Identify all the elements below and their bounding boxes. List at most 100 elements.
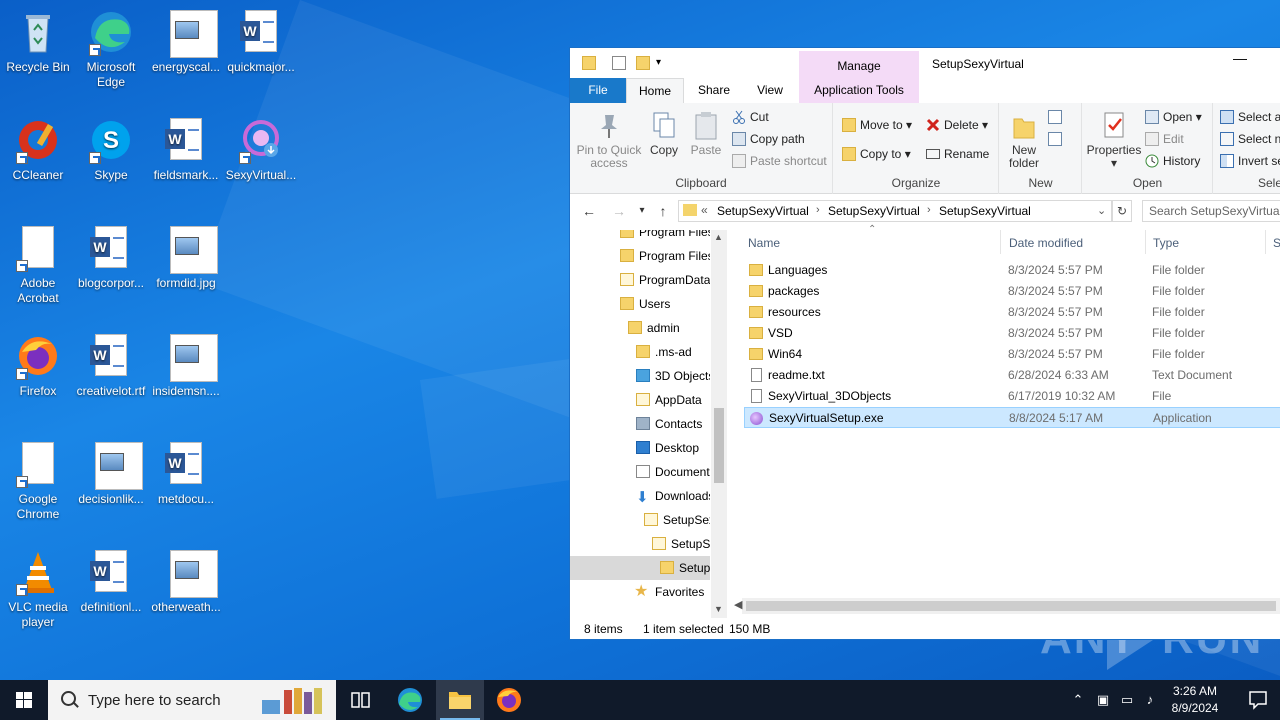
desktop-icon-insidemsn[interactable]: insidemsn.... <box>148 332 224 399</box>
nav-item-setupsexyvirtual-2[interactable]: SetupSexyVirtual <box>570 532 710 556</box>
table-row-selected[interactable]: SexyVirtualSetup.exe 8/8/2024 5:17 AM Appl… <box>744 407 1280 428</box>
table-row[interactable]: Win64 8/3/2024 5:57 PM File folder <box>744 344 1280 365</box>
nav-item-favorites[interactable]: ★ Favorites <box>570 580 710 604</box>
table-row[interactable]: packages 8/3/2024 5:57 PM File folder <box>744 281 1280 302</box>
history-button[interactable]: History <box>1145 152 1200 170</box>
nav-item-ms-ad[interactable]: .ms-ad <box>570 340 710 364</box>
qat-dropdown-icon[interactable]: ▾ <box>656 56 670 70</box>
table-row[interactable]: VSD 8/3/2024 5:57 PM File folder <box>744 323 1280 344</box>
nav-item-3d-objects[interactable]: 3D Objects <box>570 364 710 388</box>
volume-icon[interactable]: ♪ <box>1142 692 1158 708</box>
open-button[interactable]: Open ▾ <box>1145 108 1202 126</box>
tab-application-tools[interactable]: Application Tools <box>799 78 919 103</box>
table-row[interactable]: readme.txt 6/28/2024 6:33 AM Text Document <box>744 365 1280 386</box>
taskbar-file-explorer[interactable] <box>436 680 484 720</box>
nav-item-program-files-x86[interactable]: Program Files <box>570 244 710 268</box>
cut-button[interactable]: Cut <box>732 108 769 126</box>
desktop-icon-skype[interactable]: S Skype <box>73 116 149 183</box>
search-input[interactable]: Search SetupSexyVirtual <box>1142 200 1280 222</box>
nav-item-program-files[interactable]: Program Files <box>570 230 710 244</box>
desktop-icon-creativelot[interactable]: creativelot.rtf <box>73 332 149 399</box>
breadcrumb-chevron-icon[interactable]: › <box>816 204 820 216</box>
nav-item-contacts[interactable]: Contacts <box>570 412 710 436</box>
folder-icon[interactable] <box>582 56 596 70</box>
desktop-icon-firefox[interactable]: Firefox <box>0 332 76 399</box>
up-arrow-icon[interactable]: ↑ <box>654 202 672 220</box>
tab-home[interactable]: Home <box>626 78 684 103</box>
table-row[interactable]: SexyVirtual_3DObjects 6/17/2019 10:32 AM F… <box>744 386 1280 407</box>
tab-file[interactable]: File <box>570 78 626 103</box>
recent-locations-chevron-icon[interactable]: ▾ <box>633 202 651 220</box>
rename-button[interactable]: Rename <box>926 145 989 163</box>
desktop-icon-recycle-bin[interactable]: Recycle Bin <box>0 8 76 75</box>
notification-center-button[interactable] <box>1236 680 1280 720</box>
column-header-size[interactable]: Si <box>1273 236 1280 250</box>
desktop-icon-vlc[interactable]: VLC media player <box>0 548 76 630</box>
column-header-date[interactable]: Date modified <box>1009 236 1083 250</box>
new-folder-icon[interactable] <box>636 56 650 70</box>
paste-shortcut-button[interactable]: Paste shortcut <box>732 152 827 170</box>
desktop-icon-definitionl[interactable]: definitionl... <box>73 548 149 615</box>
nav-item-setupsexyvirtual-1[interactable]: SetupSexyVirtual <box>570 508 710 532</box>
select-all-button[interactable]: Select a <box>1220 108 1280 126</box>
desktop-icon-formdid[interactable]: formdid.jpg <box>148 224 224 291</box>
desktop-icon-energyscal[interactable]: energyscal... <box>148 8 224 75</box>
column-header-type[interactable]: Type <box>1153 236 1179 250</box>
nav-item-programdata[interactable]: ProgramData <box>570 268 710 292</box>
desktop-icon-adobe-acrobat[interactable]: Adobe Acrobat <box>0 224 76 306</box>
address-bar[interactable]: « SetupSexyVirtual › SetupSexyVirtual › … <box>678 200 1112 222</box>
taskbar-search[interactable]: Type here to search <box>48 680 336 720</box>
tab-share[interactable]: Share <box>690 78 738 103</box>
forward-arrow-icon[interactable]: → <box>610 202 628 220</box>
properties-button[interactable]: Properties ▾ <box>1085 111 1143 170</box>
network-icon[interactable]: ▭ <box>1119 692 1135 708</box>
desktop-icon-otherweath[interactable]: otherweath... <box>148 548 224 615</box>
desktop-icon-metdocu[interactable]: metdocu... <box>148 440 224 507</box>
nav-item-documents[interactable]: Documents <box>570 460 710 484</box>
copy-button[interactable]: Copy <box>646 111 682 157</box>
copy-to-button[interactable]: Copy to ▾ <box>842 145 911 163</box>
new-folder-button[interactable]: New folder <box>1002 111 1046 170</box>
breadcrumb-item[interactable]: SetupSexyVirtual <box>939 204 1031 218</box>
properties-check-icon[interactable] <box>612 56 626 70</box>
scroll-left-icon[interactable]: ◀ <box>734 598 742 611</box>
horizontal-scrollbar[interactable]: ◀ <box>734 598 1280 614</box>
nav-item-downloads[interactable]: ⬇ Downloads <box>570 484 710 508</box>
desktop-icon-quickmajor[interactable]: quickmajor... <box>223 8 299 75</box>
select-none-button[interactable]: Select n <box>1220 130 1280 148</box>
show-hidden-icons-chevron-icon[interactable]: ⌃ <box>1070 692 1086 708</box>
nav-scroll-thumb[interactable] <box>714 408 724 483</box>
paste-button[interactable]: Paste <box>688 111 724 157</box>
taskbar-firefox[interactable] <box>485 680 533 720</box>
back-arrow-icon[interactable]: ← <box>580 202 598 220</box>
edit-button[interactable]: Edit <box>1145 130 1184 148</box>
tab-view[interactable]: View <box>746 78 794 103</box>
delete-button[interactable]: Delete ▾ <box>926 116 988 134</box>
pin-to-quick-access-button[interactable]: Pin to Quick access <box>576 111 642 170</box>
desktop-icon-google-chrome[interactable]: Google Chrome <box>0 440 76 522</box>
desktop-icon-ccleaner[interactable]: CCleaner <box>0 116 76 183</box>
nav-item-setupsexyvirtual-3[interactable]: SetupSexyVirtual <box>570 556 710 580</box>
desktop-icon-microsoft-edge[interactable]: Microsoft Edge <box>73 8 149 90</box>
desktop-icon-blogcorpor[interactable]: blogcorpor... <box>73 224 149 291</box>
refresh-button[interactable]: ↻ <box>1112 200 1132 222</box>
address-dropdown-icon[interactable]: ⌄ <box>1097 204 1106 217</box>
move-to-button[interactable]: Move to ▾ <box>842 116 912 134</box>
nav-item-desktop[interactable]: Desktop <box>570 436 710 460</box>
clock[interactable]: 3:26 AM 8/9/2024 <box>1158 683 1232 717</box>
minimize-button[interactable]: — <box>1225 50 1255 74</box>
invert-selection-button[interactable]: Invert se <box>1220 152 1280 170</box>
breadcrumb-item[interactable]: SetupSexyVirtual <box>828 204 920 218</box>
easy-access-button[interactable] <box>1048 130 1072 148</box>
column-header-name[interactable]: Name <box>748 236 780 250</box>
nav-scrollbar[interactable]: ▲ ▼ <box>711 230 727 618</box>
table-row[interactable]: resources 8/3/2024 5:57 PM File folder <box>744 302 1280 323</box>
breadcrumb-item[interactable]: SetupSexyVirtual <box>717 204 809 218</box>
copy-path-button[interactable]: Copy path <box>732 130 805 148</box>
desktop-icon-fieldsmark[interactable]: fieldsmark... <box>148 116 224 183</box>
table-row[interactable]: Languages 8/3/2024 5:57 PM File folder <box>744 260 1280 281</box>
breadcrumb-chevron-icon[interactable]: › <box>927 204 931 216</box>
horizontal-scroll-thumb[interactable] <box>746 601 1276 611</box>
device-icon[interactable]: ▣ <box>1095 692 1111 708</box>
start-button[interactable] <box>0 680 48 720</box>
